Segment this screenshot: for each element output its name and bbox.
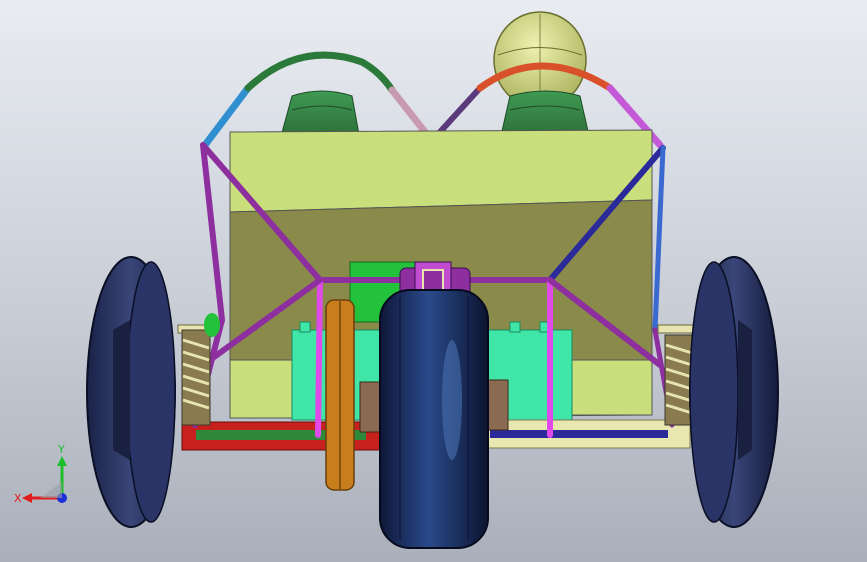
brake-disc[interactable]: [325, 299, 355, 491]
front-center-tire[interactable]: [379, 289, 489, 549]
left-shock-absorber[interactable]: [177, 313, 220, 426]
y-axis-arrowhead: [57, 456, 67, 466]
right-tire[interactable]: [689, 256, 779, 528]
cad-viewport[interactable]: X Y: [0, 0, 867, 562]
x-axis-label: X: [14, 492, 22, 505]
triad-plane: [40, 482, 62, 498]
left-tire[interactable]: [86, 256, 176, 528]
x-axis-arrowhead: [22, 493, 32, 503]
go-kart-3d-model[interactable]: [0, 0, 867, 562]
axle-bearing-left[interactable]: [359, 381, 383, 433]
axle-bearing-right[interactable]: [485, 379, 509, 431]
orientation-triad[interactable]: X Y: [10, 440, 80, 510]
y-axis-label: Y: [57, 443, 65, 456]
